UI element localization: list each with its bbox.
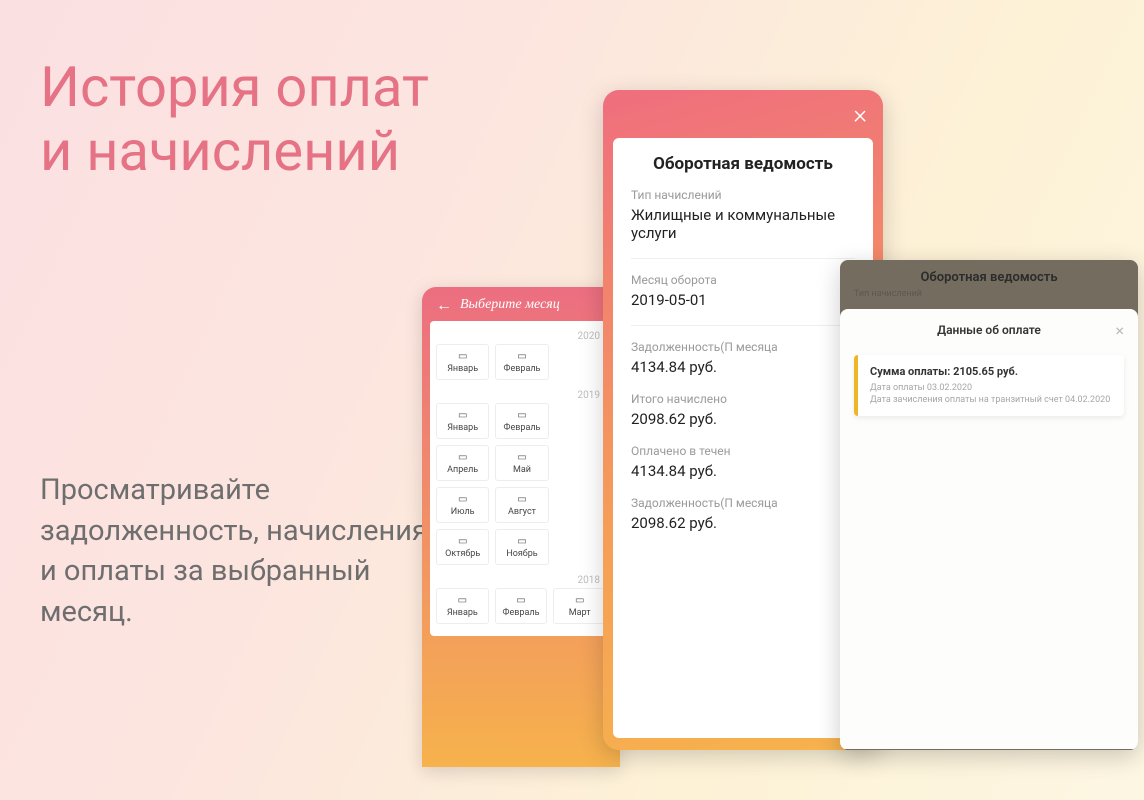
overlay-header-sub: Тип начислений <box>854 289 1124 299</box>
calendar-icon: ▭ <box>556 595 603 606</box>
month-label: Февраль <box>503 608 540 618</box>
overlay-card: Оборотная ведомость Тип начислений Данны… <box>840 260 1138 750</box>
month-cell[interactable]: ▭ Ноябрь <box>495 529 548 565</box>
statement-label: Задолженность(П месяца <box>631 496 855 510</box>
calendar-icon: ▭ <box>439 536 486 547</box>
month-cell[interactable]: ▭ Январь <box>436 403 489 439</box>
month-label: Ноябрь <box>506 549 537 559</box>
divider <box>631 258 855 259</box>
month-label: Июль <box>451 507 475 517</box>
calendar-icon: ▭ <box>439 595 486 606</box>
month-label: Февраль <box>504 423 541 433</box>
calendar-icon: ▭ <box>439 494 486 505</box>
month-picker-body: 2020 ▭ Январь ▭ Февраль 2019 ▭ Январь ▭ Февраль ▭ А… <box>430 321 612 636</box>
page-subheading: Просматривайте задолженность, начисления… <box>40 470 440 632</box>
month-cell[interactable]: ▭ Февраль <box>495 588 548 624</box>
page-heading: История оплат и начислений <box>40 55 429 184</box>
month-cell[interactable]: ▭ Февраль <box>495 344 548 380</box>
statement-row: Оплачено в течен 4134.84 руб. <box>631 444 855 480</box>
calendar-icon: ▭ <box>439 351 486 362</box>
payment-amount: Сумма оплаты: 2105.65 руб. <box>870 365 1112 378</box>
year-label: 2018 <box>436 571 606 588</box>
month-label: Октябрь <box>445 549 480 559</box>
payment-date: Дата оплаты 03.02.2020 <box>870 382 1112 394</box>
sheet-close-icon[interactable]: × <box>1115 321 1124 340</box>
calendar-icon: ▭ <box>498 410 545 421</box>
statement-label: Тип начислений <box>631 188 855 202</box>
month-cell[interactable]: ▭ Январь <box>436 588 489 624</box>
heading-line-2: и начислений <box>40 118 400 184</box>
statement-row: Задолженность(П месяца 2098.62 руб. <box>631 496 855 532</box>
payment-transit: Дата зачисления оплаты на транзитный сче… <box>870 394 1112 406</box>
statement-value: 2098.62 руб. <box>631 514 855 532</box>
month-cell[interactable]: ▭ Март <box>553 588 606 624</box>
statement-row: Месяц оборота 2019-05-01 <box>631 273 855 309</box>
overlay-header: Оборотная ведомость Тип начислений <box>840 260 1138 303</box>
statement-row: Тип начислений Жилищные и коммунальные ус… <box>631 188 855 242</box>
statement-row: Задолженность(П месяца 4134.84 руб. <box>631 340 855 376</box>
sheet-title: Данные об оплате <box>937 323 1041 337</box>
year-label: 2020 <box>436 327 606 344</box>
statement-label: Месяц оборота <box>631 273 855 287</box>
statement-label: Задолженность(П месяца <box>631 340 855 354</box>
year-label: 2019 <box>436 386 606 403</box>
month-label: Февраль <box>504 364 541 374</box>
heading-line-1: История оплат <box>40 54 429 120</box>
payment-item[interactable]: Сумма оплаты: 2105.65 руб. Дата оплаты 0… <box>854 355 1124 416</box>
month-picker-header: ← Выберите месяц <box>430 287 612 321</box>
month-cell[interactable]: ▭ Июль <box>436 487 489 523</box>
calendar-icon: ▭ <box>498 494 545 505</box>
calendar-icon: ▭ <box>439 452 486 463</box>
calendar-icon: ▭ <box>498 351 545 362</box>
calendar-icon: ▭ <box>498 452 545 463</box>
month-picker-title: Выберите месяц <box>460 297 560 313</box>
sheet-header: Данные об оплате × <box>854 323 1124 337</box>
month-label: Август <box>508 507 536 517</box>
month-cell[interactable]: ▭ Январь <box>436 344 489 380</box>
statement-label: Итого начислено <box>631 392 855 406</box>
month-picker-card: ← Выберите месяц 2020 ▭ Январь ▭ Февраль 2019… <box>422 287 620 767</box>
month-label: Январь <box>447 608 478 618</box>
statement-value: 2098.62 руб. <box>631 410 855 428</box>
calendar-icon: ▭ <box>498 595 545 606</box>
back-arrow-icon[interactable]: ← <box>436 297 452 313</box>
divider <box>631 325 855 326</box>
month-cell[interactable]: ▭ Октябрь <box>436 529 489 565</box>
statement-body: Оборотная ведомость Тип начислений Жилищн… <box>613 138 873 738</box>
month-cell[interactable]: ▭ Апрель <box>436 445 489 481</box>
month-label: Апрель <box>447 465 478 475</box>
month-label: Март <box>569 608 591 618</box>
month-label: Май <box>513 465 531 475</box>
statement-value: 4134.84 руб. <box>631 358 855 376</box>
statement-row: Итого начислено 2098.62 руб. <box>631 392 855 428</box>
calendar-icon: ▭ <box>439 410 486 421</box>
calendar-icon: ▭ <box>498 536 545 547</box>
statement-value: 4134.84 руб. <box>631 462 855 480</box>
month-cell[interactable]: ▭ Февраль <box>495 403 548 439</box>
statement-value: Жилищные и коммунальные услуги <box>631 206 855 242</box>
month-label: Январь <box>447 364 478 374</box>
overlay-header-title: Оборотная ведомость <box>854 270 1124 285</box>
month-label: Январь <box>447 423 478 433</box>
payment-sheet: Данные об оплате × Сумма оплаты: 2105.65… <box>840 309 1138 749</box>
close-icon[interactable]: × <box>853 102 867 128</box>
statement-label: Оплачено в течен <box>631 444 855 458</box>
month-cell[interactable]: ▭ Август <box>495 487 548 523</box>
statement-value: 2019-05-01 <box>631 291 855 309</box>
statement-title: Оборотная ведомость <box>631 154 855 174</box>
month-cell[interactable]: ▭ Май <box>495 445 548 481</box>
